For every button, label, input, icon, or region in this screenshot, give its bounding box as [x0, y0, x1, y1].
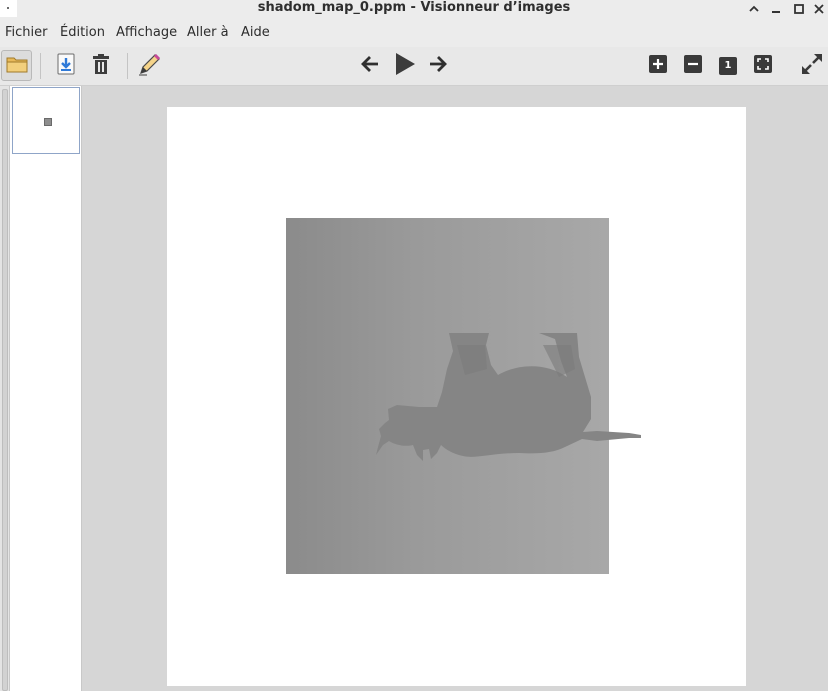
zoom-fit-icon — [754, 55, 772, 77]
close-icon[interactable] — [810, 0, 828, 17]
menu-fichier[interactable]: Fichier — [5, 17, 48, 47]
edit-button[interactable] — [136, 52, 164, 80]
toolbar-separator — [127, 53, 128, 79]
menu-edition[interactable]: Édition — [60, 17, 105, 47]
thumbnail-pane — [10, 86, 82, 691]
thumbnail-image — [44, 118, 52, 126]
window-title: shadom_map_0.ppm - Visionneur d’images — [257, 0, 571, 15]
maximize-icon[interactable] — [790, 0, 808, 17]
image-viewer — [82, 86, 828, 691]
menu-affichage[interactable]: Affichage — [116, 17, 177, 47]
zoom-out-icon — [684, 55, 702, 77]
toolbar: 1 — [0, 47, 828, 86]
chevron-up-icon[interactable] — [745, 0, 763, 17]
fullscreen-icon — [800, 52, 824, 80]
image-canvas — [167, 107, 746, 686]
thumbnail-item[interactable] — [12, 87, 80, 154]
play-icon — [393, 51, 417, 81]
slideshow-button[interactable] — [390, 51, 420, 81]
toolbar-separator — [40, 53, 41, 79]
trash-icon — [92, 53, 110, 79]
minimize-icon[interactable] — [767, 0, 785, 17]
zoom-in-button[interactable] — [645, 53, 671, 79]
fullscreen-button[interactable] — [797, 51, 827, 81]
folder-icon — [6, 55, 28, 77]
next-button[interactable] — [425, 53, 451, 79]
menu-bar: Fichier Édition Affichage Aller à Aide — [0, 17, 828, 47]
shadow-silhouette — [376, 333, 641, 461]
sidebar-handle-grip — [2, 89, 8, 691]
save-icon — [56, 53, 76, 79]
zoom-fit-button[interactable] — [750, 53, 776, 79]
delete-button[interactable] — [88, 53, 114, 79]
previous-button[interactable] — [357, 53, 383, 79]
save-button[interactable] — [53, 53, 79, 79]
title-bar: shadom_map_0.ppm - Visionneur d’images — [0, 0, 828, 17]
open-button[interactable] — [1, 50, 32, 81]
zoom-in-icon — [649, 55, 667, 77]
edit-icon — [137, 51, 163, 81]
zoom-out-button[interactable] — [680, 53, 706, 79]
sidebar-handle[interactable] — [0, 86, 10, 691]
zoom-original-icon: 1 — [719, 57, 737, 75]
zoom-original-button[interactable]: 1 — [715, 53, 741, 79]
menu-aller-a[interactable]: Aller à — [187, 17, 229, 47]
arrow-left-icon — [360, 55, 380, 77]
arrow-right-icon — [428, 55, 448, 77]
menu-aide[interactable]: Aide — [241, 17, 270, 47]
